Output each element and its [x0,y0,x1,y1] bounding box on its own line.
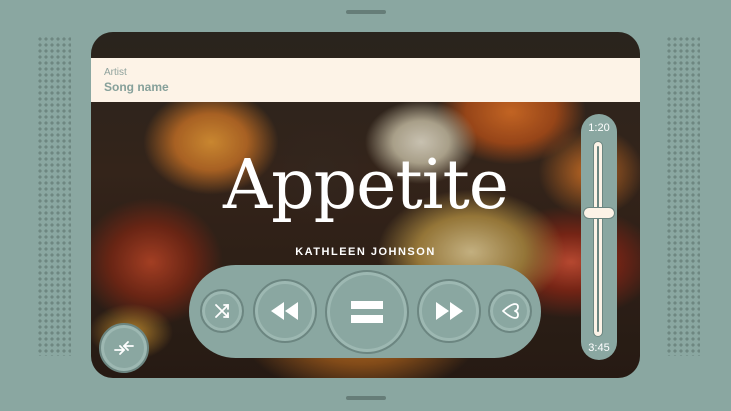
rewind-icon [271,302,298,320]
song-name-label: Song name [104,80,169,94]
playback-controls [189,265,541,358]
heart-icon [502,303,519,319]
progress-thumb[interactable] [583,206,615,219]
progress-track[interactable] [593,141,603,337]
shuffle-icon [215,304,229,318]
rewind-button[interactable] [253,279,317,343]
speaker-grille-right [666,36,700,356]
progress-track-line [597,146,599,332]
artist-label: Artist [104,67,127,78]
pause-icon [351,301,383,323]
album-artist: KATHLEEN JOHNSON [295,246,436,258]
like-button[interactable] [488,289,532,333]
album-title: Appetite [222,146,509,225]
play-pause-button[interactable] [325,270,409,354]
speaker-grille-left [37,36,71,356]
bottom-notch [346,396,386,400]
fast-forward-icon [436,302,463,320]
current-time: 1:20 [588,122,610,134]
now-playing-bar[interactable]: Artist Song name [91,58,640,102]
progress-panel: 1:20 3:45 [581,114,617,360]
fast-forward-button[interactable] [417,279,481,343]
swap-button[interactable] [99,323,149,373]
swap-arrows-icon [114,341,134,355]
top-notch [346,10,386,14]
total-time: 3:45 [588,342,610,354]
shuffle-button[interactable] [200,289,244,333]
